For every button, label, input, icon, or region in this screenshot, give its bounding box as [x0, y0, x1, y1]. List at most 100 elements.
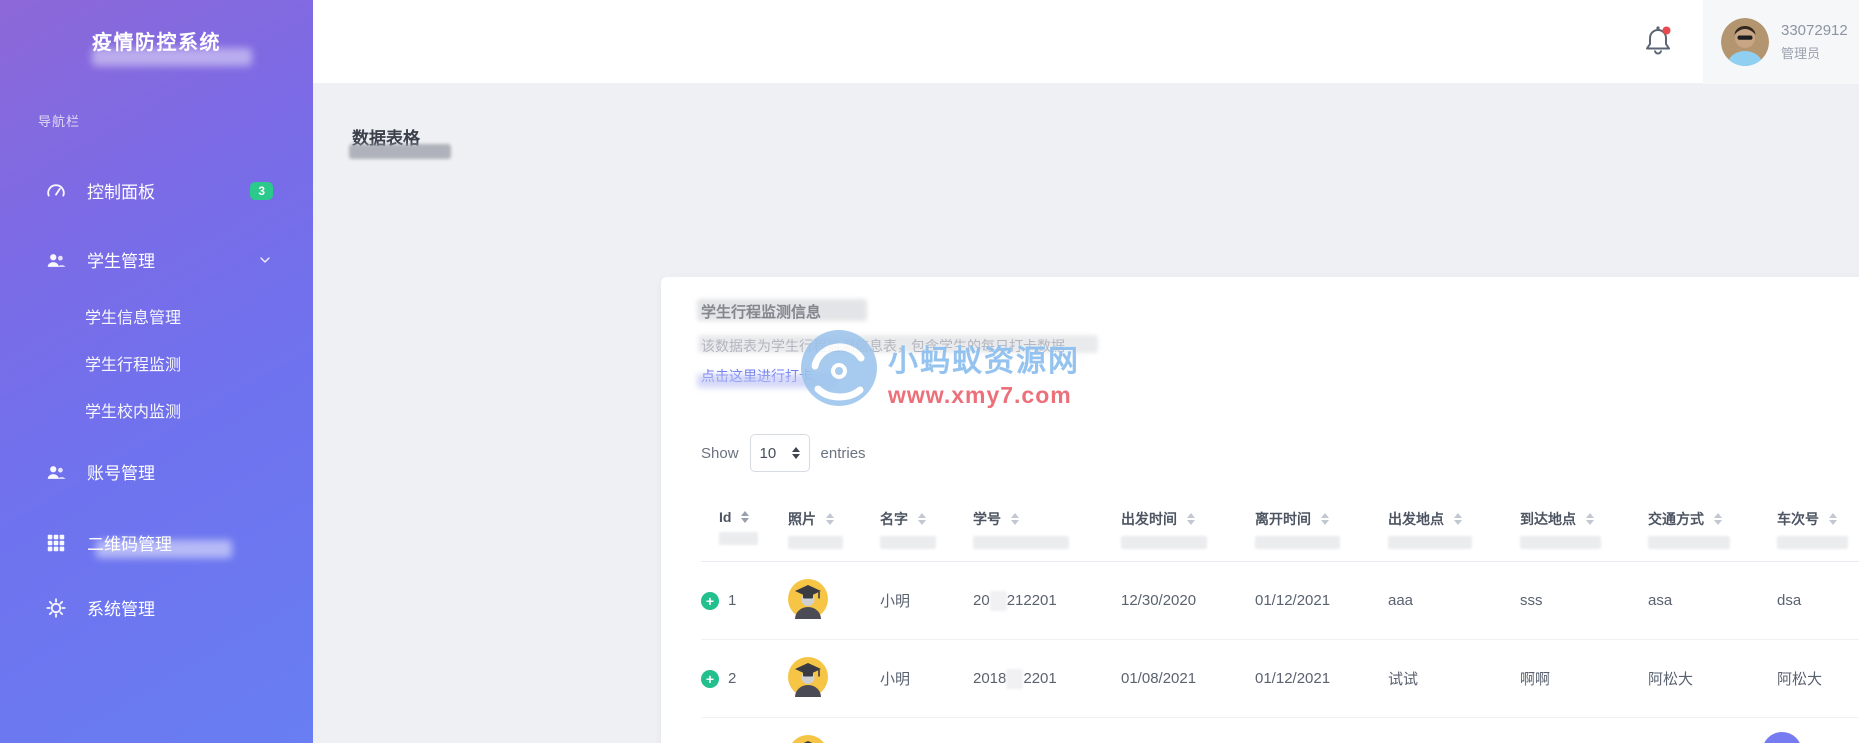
- sort-icon: [918, 513, 926, 525]
- sort-icon: [826, 513, 834, 525]
- sort-icon: [1714, 513, 1722, 525]
- blur-artifact: [1648, 536, 1731, 549]
- blur-artifact: [697, 374, 837, 388]
- id-cell: +4: [701, 717, 773, 743]
- blur-artifact: [1255, 536, 1340, 549]
- blur-artifact: [788, 536, 844, 549]
- sidebar-item-label: 账号管理: [87, 464, 155, 483]
- column-header-2[interactable]: 名字: [865, 499, 958, 562]
- page-size-control: Show 10 entries: [701, 433, 866, 473]
- user-panel[interactable]: 33072912 管理员: [1703, 0, 1859, 84]
- column-header-5[interactable]: 离开时间: [1240, 499, 1373, 562]
- user-id: 33072912: [1781, 22, 1848, 39]
- blur-artifact: [1006, 668, 1024, 689]
- id-cell: +1: [701, 561, 773, 640]
- name-cell: 小红: [865, 717, 958, 743]
- table-row-1: +2 小明 2018 2201 01/08/2021 01/12/2021 试试 啊啊 阿松大阿…: [701, 639, 1859, 718]
- sort-icon: [1586, 513, 1594, 525]
- sort-icon: [741, 511, 750, 523]
- sidebar-item-2[interactable]: 账号管理: [0, 443, 313, 500]
- entries-label: entries: [820, 444, 866, 462]
- depart-place-cell: 阿松大: [1373, 717, 1505, 743]
- column-header-8[interactable]: 交通方式: [1633, 499, 1762, 562]
- blur-artifact: [1777, 536, 1848, 549]
- photo-cell: [773, 717, 865, 743]
- depart-time-cell: 12/30/2020: [1106, 561, 1240, 640]
- sidebar-subitem-1-0[interactable]: 学生信息管理: [0, 292, 313, 339]
- sidebar-item-4[interactable]: 系统管理: [0, 579, 313, 636]
- card-header: 学生行程监测信息 该数据表为学生行程监测信息表，包含学生的每日打卡数据 点击这里…: [697, 299, 1098, 388]
- blur-artifact: [973, 536, 1069, 549]
- page-size-value: 10: [759, 444, 777, 462]
- student-no-cell: 2018 2201: [958, 639, 1106, 718]
- column-header-6[interactable]: 出发地点: [1373, 499, 1505, 562]
- data-table-card: 学生行程监测信息 该数据表为学生行程监测信息表，包含学生的每日打卡数据 点击这里…: [661, 277, 1859, 743]
- arrive-place-cell: 阿松大: [1505, 717, 1633, 743]
- user-meta: 33072912 管理员: [1781, 22, 1848, 62]
- card-description: 该数据表为学生行程监测信息表，包含学生的每日打卡数据: [698, 335, 1098, 356]
- leave-time-cell: 01/12/2021: [1240, 639, 1373, 718]
- depart-place-cell: 试试: [1373, 639, 1505, 718]
- student-avatar: [788, 734, 828, 743]
- sidebar-subitem-1-1[interactable]: 学生行程监测: [0, 339, 313, 386]
- blur-artifact: [989, 590, 1007, 611]
- table-body: +1 小明 20 212201 12/30/2020 01/12/2021 aaa sss as…: [701, 561, 1859, 743]
- id-cell: +2: [701, 639, 773, 718]
- expand-row-button[interactable]: +: [701, 591, 719, 610]
- column-header-9[interactable]: 车次号: [1762, 499, 1859, 562]
- depart-place-cell: aaa: [1373, 561, 1505, 640]
- bell-icon: [1641, 26, 1675, 64]
- chevron-down-icon: [257, 252, 273, 268]
- column-header-1[interactable]: 照片: [773, 499, 865, 562]
- column-header-7[interactable]: 到达地点: [1505, 499, 1633, 562]
- leave-time-cell: 01/19/2021: [1240, 717, 1373, 743]
- arrive-place-cell: sss: [1505, 561, 1633, 640]
- arrive-place-cell: 啊啊: [1505, 639, 1633, 718]
- avatar[interactable]: [1721, 18, 1769, 66]
- depart-time-cell: 01/14/2021: [1106, 717, 1240, 743]
- table-wrap: Id照片名字学号出发时间离开时间出发地点到达地点交通方式车次号温度填写时间 +1…: [701, 499, 1859, 743]
- card-title: 学生行程监测信息: [697, 299, 1065, 322]
- sidebar-subitem-label: 学生校内监测: [85, 403, 182, 421]
- depart-time-cell: 01/08/2021: [1106, 639, 1240, 718]
- sort-icon: [1454, 513, 1462, 525]
- column-header-3[interactable]: 学号: [958, 499, 1106, 562]
- blur-artifact: [1388, 536, 1473, 549]
- column-header-0[interactable]: Id: [701, 499, 773, 562]
- name-cell: 小明: [865, 561, 958, 640]
- sort-icon: [1829, 513, 1837, 525]
- photo-cell: [773, 561, 865, 640]
- topbar: 33072912 管理员: [313, 0, 1859, 84]
- expand-row-button[interactable]: +: [701, 669, 719, 688]
- sidebar-item-label: 学生管理: [87, 252, 155, 271]
- show-label: Show: [701, 444, 739, 462]
- spinner-arrows-icon: [791, 447, 800, 459]
- transport-cell: 阿松大: [1633, 717, 1762, 743]
- gear-icon: [45, 597, 67, 619]
- student-avatar: [788, 578, 828, 619]
- photo-cell: [773, 639, 865, 718]
- leave-time-cell: 01/12/2021: [1240, 561, 1373, 640]
- transport-cell: 阿松大: [1633, 639, 1762, 718]
- sidebar-item-1[interactable]: 学生管理: [0, 231, 313, 288]
- column-header-4[interactable]: 出发时间: [1106, 499, 1240, 562]
- sidebar-item-label: 系统管理: [87, 600, 155, 619]
- user-role: 管理员: [1781, 46, 1821, 61]
- student-avatar: [788, 656, 828, 697]
- checkin-link[interactable]: 点击这里进行打卡: [697, 366, 837, 388]
- status-badge: 3: [250, 181, 273, 200]
- notifications-button[interactable]: [1641, 22, 1675, 60]
- table-row-0: +1 小明 20 212201 12/30/2020 01/12/2021 aaa sss as…: [701, 561, 1859, 640]
- blur-artifact: [92, 48, 252, 66]
- table-header-row: Id照片名字学号出发时间离开时间出发地点到达地点交通方式车次号温度填写时间: [701, 499, 1859, 562]
- blur-artifact: [719, 532, 758, 545]
- page-size-select[interactable]: 10: [749, 434, 810, 472]
- sidebar: 疫情防控系统 导航栏 控制面板 3 学生管理 学生信息管理 学生行程监测 学生校内监测 账号…: [0, 0, 313, 743]
- sidebar-subitem-1-2[interactable]: 学生校内监测: [0, 386, 313, 433]
- users-icon: [45, 461, 67, 483]
- sidebar-item-3[interactable]: 二维码管理: [0, 514, 313, 571]
- sidebar-subitem-label: 学生行程监测: [85, 356, 182, 374]
- sort-icon: [1187, 513, 1195, 525]
- sidebar-item-0[interactable]: 控制面板 3: [0, 162, 313, 219]
- blur-artifact: [1121, 536, 1207, 549]
